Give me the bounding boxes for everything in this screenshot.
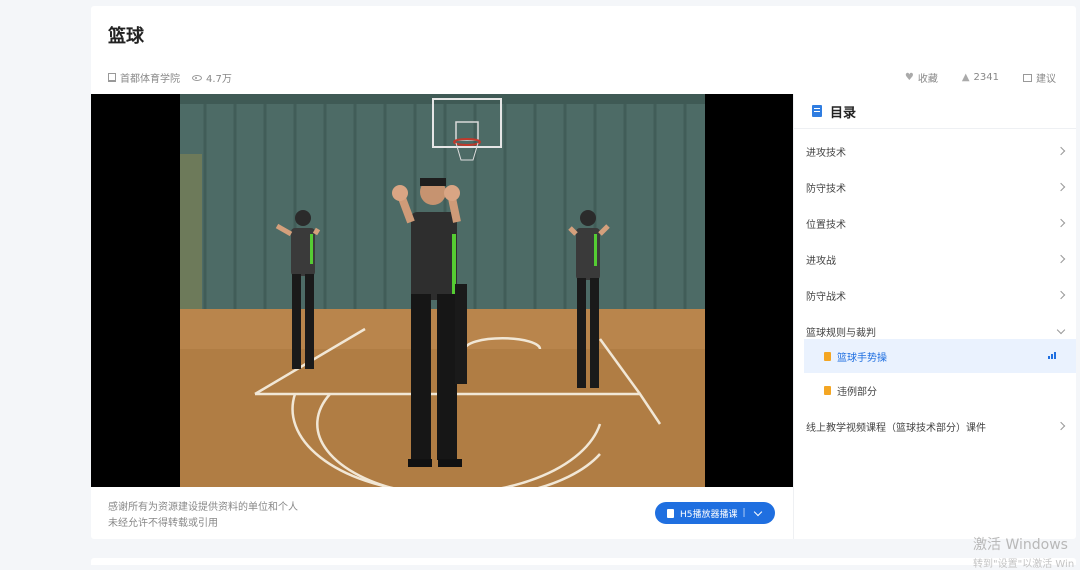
toc-title: 目录 bbox=[830, 105, 857, 121]
feedback-label: 建议 bbox=[1036, 74, 1056, 85]
favorite-button[interactable]: ♥ 收藏 bbox=[905, 70, 938, 85]
toc-item[interactable]: 防守战术 bbox=[806, 285, 1066, 305]
feedback-button[interactable]: 建议 bbox=[1023, 70, 1056, 85]
credit-line-1: 感谢所有为资源建设提供资料的单位和个人 bbox=[108, 502, 298, 513]
toc-subitem-label: 违例部分 bbox=[837, 386, 877, 398]
feedback-icon bbox=[1023, 73, 1032, 82]
chevron-right-icon bbox=[1056, 254, 1066, 264]
chevron-right-icon bbox=[1056, 146, 1066, 156]
video-frame[interactable] bbox=[180, 94, 705, 487]
institution[interactable]: 首都体育学院 bbox=[108, 70, 180, 85]
document-icon bbox=[824, 385, 831, 395]
toc-item[interactable]: 进攻技术 bbox=[806, 141, 1066, 161]
chevron-down-icon[interactable] bbox=[753, 507, 762, 516]
toc-item-label: 进攻战 bbox=[806, 255, 836, 267]
h5-player-label: H5播放器播课 bbox=[680, 509, 738, 520]
next-section-card bbox=[91, 558, 1076, 565]
course-meta: 首都体育学院 4.7万 bbox=[108, 70, 244, 85]
chevron-right-icon bbox=[1056, 182, 1066, 192]
document-icon bbox=[824, 351, 831, 361]
toc-item-expanded[interactable]: 篮球规则与裁判 bbox=[806, 321, 1066, 341]
activation-watermark-title: 激活 Windows bbox=[973, 537, 1068, 553]
document-icon bbox=[667, 508, 674, 518]
toc-item[interactable]: 位置技术 bbox=[806, 213, 1066, 233]
heart-icon: ♥ bbox=[904, 72, 914, 83]
catalog-icon bbox=[812, 105, 822, 117]
chevron-down-icon bbox=[1056, 325, 1066, 334]
toc-item[interactable]: 防守技术 bbox=[806, 177, 1066, 197]
toc-item-label: 篮球规则与裁判 bbox=[806, 327, 876, 339]
button-divider: | bbox=[742, 508, 746, 518]
activation-watermark-subtitle: 转到"设置"以激活 Win bbox=[973, 559, 1075, 570]
chevron-right-icon bbox=[1056, 218, 1066, 228]
building-icon bbox=[108, 73, 116, 82]
toc-subitem[interactable]: 违例部分 bbox=[804, 373, 1076, 407]
toc-item[interactable]: 进攻战 bbox=[806, 249, 1066, 269]
chevron-right-icon bbox=[1056, 290, 1066, 300]
view-count-value: 4.7万 bbox=[206, 74, 232, 85]
toc-item-label: 防守战术 bbox=[806, 291, 846, 303]
toc-subitem-active[interactable]: 篮球手势操 bbox=[804, 339, 1076, 373]
course-card: 篮球 首都体育学院 4.7万 ♥ 收藏 ▲ 2341 建议 感谢所有为资源建设提… bbox=[91, 6, 1076, 539]
toc-header: 目录 bbox=[794, 94, 1076, 129]
credit-line-2: 未经允许不得转载或引用 bbox=[108, 518, 218, 529]
eye-icon bbox=[192, 74, 202, 81]
page-title: 篮球 bbox=[108, 26, 144, 47]
toc-item-label: 位置技术 bbox=[806, 219, 846, 231]
view-count: 4.7万 bbox=[192, 70, 232, 85]
like-count: 2341 bbox=[973, 72, 999, 83]
now-playing-icon bbox=[1048, 352, 1056, 359]
chevron-right-icon bbox=[1056, 421, 1066, 431]
favorite-label: 收藏 bbox=[917, 74, 938, 85]
toc-item-label: 线上教学视频课程（篮球技术部分）课件 bbox=[806, 422, 986, 434]
h5-player-button[interactable]: H5播放器播课 | bbox=[655, 502, 775, 524]
thumbs-up-icon: ▲ bbox=[961, 72, 970, 83]
toc-subitem-label: 篮球手势操 bbox=[837, 352, 887, 364]
toc-item-label: 防守技术 bbox=[806, 183, 846, 195]
table-of-contents: 目录 进攻技术 防守技术 位置技术 进攻战 防守战术 篮球规则与裁判 篮球手势操… bbox=[793, 94, 1076, 539]
video-player[interactable] bbox=[91, 94, 793, 487]
toc-item[interactable]: 线上教学视频课程（篮球技术部分）课件 bbox=[806, 416, 1066, 436]
credit-note: 感谢所有为资源建设提供资料的单位和个人 未经允许不得转载或引用 bbox=[108, 500, 298, 532]
course-actions: ♥ 收藏 ▲ 2341 建议 bbox=[881, 70, 1056, 85]
institution-name: 首都体育学院 bbox=[120, 74, 180, 85]
toc-item-label: 进攻技术 bbox=[806, 147, 846, 159]
like-button[interactable]: ▲ 2341 bbox=[962, 72, 999, 83]
